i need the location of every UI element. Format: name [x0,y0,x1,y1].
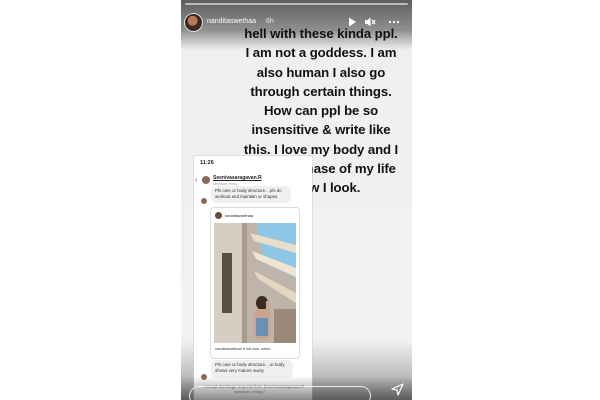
send-icon[interactable] [391,383,404,396]
status-bar-time: 11:26 [200,160,214,166]
story-progress-bar [185,3,408,5]
post-username: nanditaswethaa [225,213,254,218]
back-arrow-icon: ‹ [195,177,198,184]
post-photo-illustration [214,223,296,343]
story-reply-bar [181,376,412,400]
shared-post-card: nanditaswethaa nanditaswethaa If not now… [210,207,300,359]
post-avatar [215,212,222,219]
instagram-story[interactable]: nanditaswethaa 6h hell with these kinda … [181,0,412,400]
caption-line: through certain things. [250,83,392,99]
caption-line: I am not a goddess. I am [245,45,397,61]
caption-line: hell with these kinda ppl. [244,26,398,41]
dm-sender-name: Seenivasaragavan.R [213,175,262,181]
caption-line: also human I also go [256,64,386,80]
caption-line: How can ppl be so [263,103,379,119]
message-bubble: Pls care ur body structure... pls do wor… [211,186,291,203]
post-caption: nanditaswethaa If not now, when... [215,347,274,351]
profile-avatar[interactable] [184,13,203,32]
message-avatar [201,198,207,204]
dm-avatar [202,176,210,184]
post-photo [214,223,296,343]
caption-line: insensitive & write like [251,122,391,138]
reply-input[interactable] [189,386,371,400]
dm-screenshot: 11:26 ‹ Seenivasaragavan.R seenivas_redd… [194,156,312,400]
